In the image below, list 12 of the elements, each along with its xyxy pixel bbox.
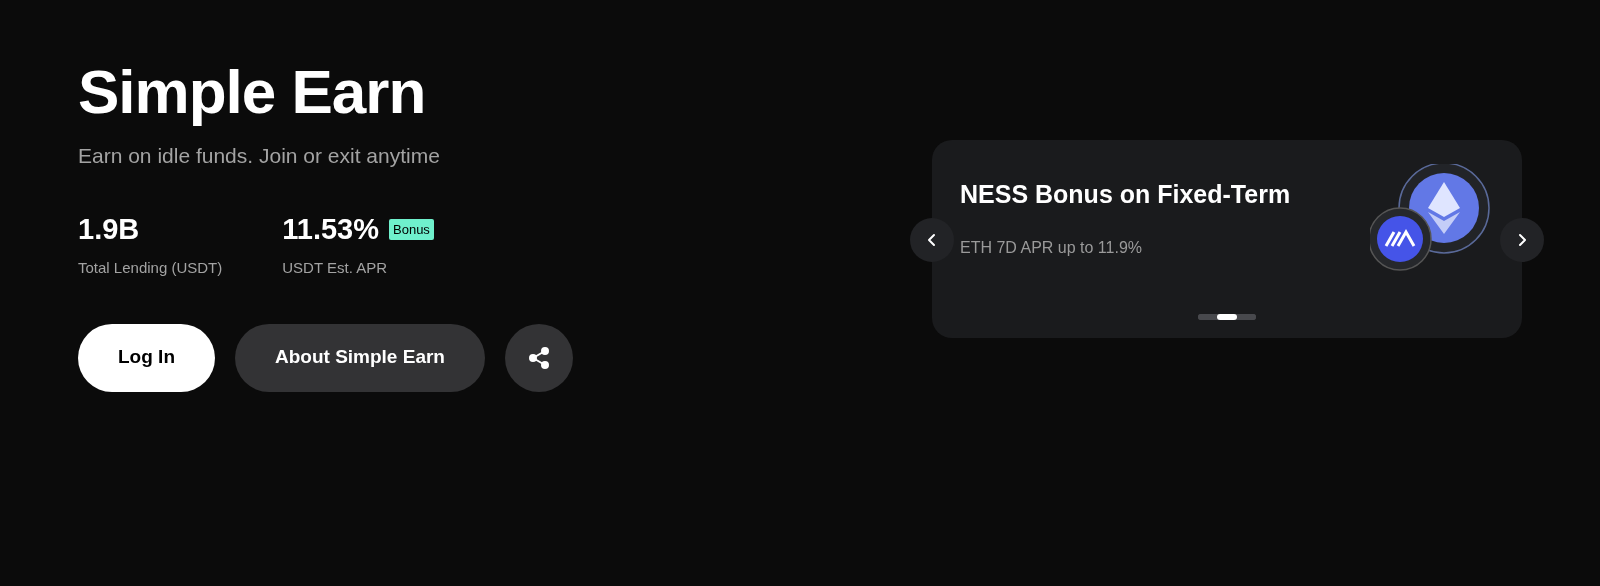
stat-value: 11.53% <box>282 211 379 247</box>
promo-title: NESS Bonus on Fixed-Term <box>960 179 1291 210</box>
promo-subtitle: ETH 7D APR up to 11.9% <box>960 237 1143 258</box>
bonus-badge: Bonus <box>389 218 434 241</box>
stat-value: 1.9B <box>78 211 140 247</box>
about-button[interactable]: About Simple Earn <box>235 323 485 392</box>
stat-label: Total Lending (USDT) <box>78 258 223 279</box>
login-button[interactable]: Log In <box>78 323 215 392</box>
page-subtitle: Earn on idle funds. Join or exit anytime <box>78 143 441 170</box>
stat-label: USDT Est. APR <box>282 258 388 279</box>
share-icon <box>526 345 551 370</box>
page-title: Simple Earn <box>78 58 427 127</box>
